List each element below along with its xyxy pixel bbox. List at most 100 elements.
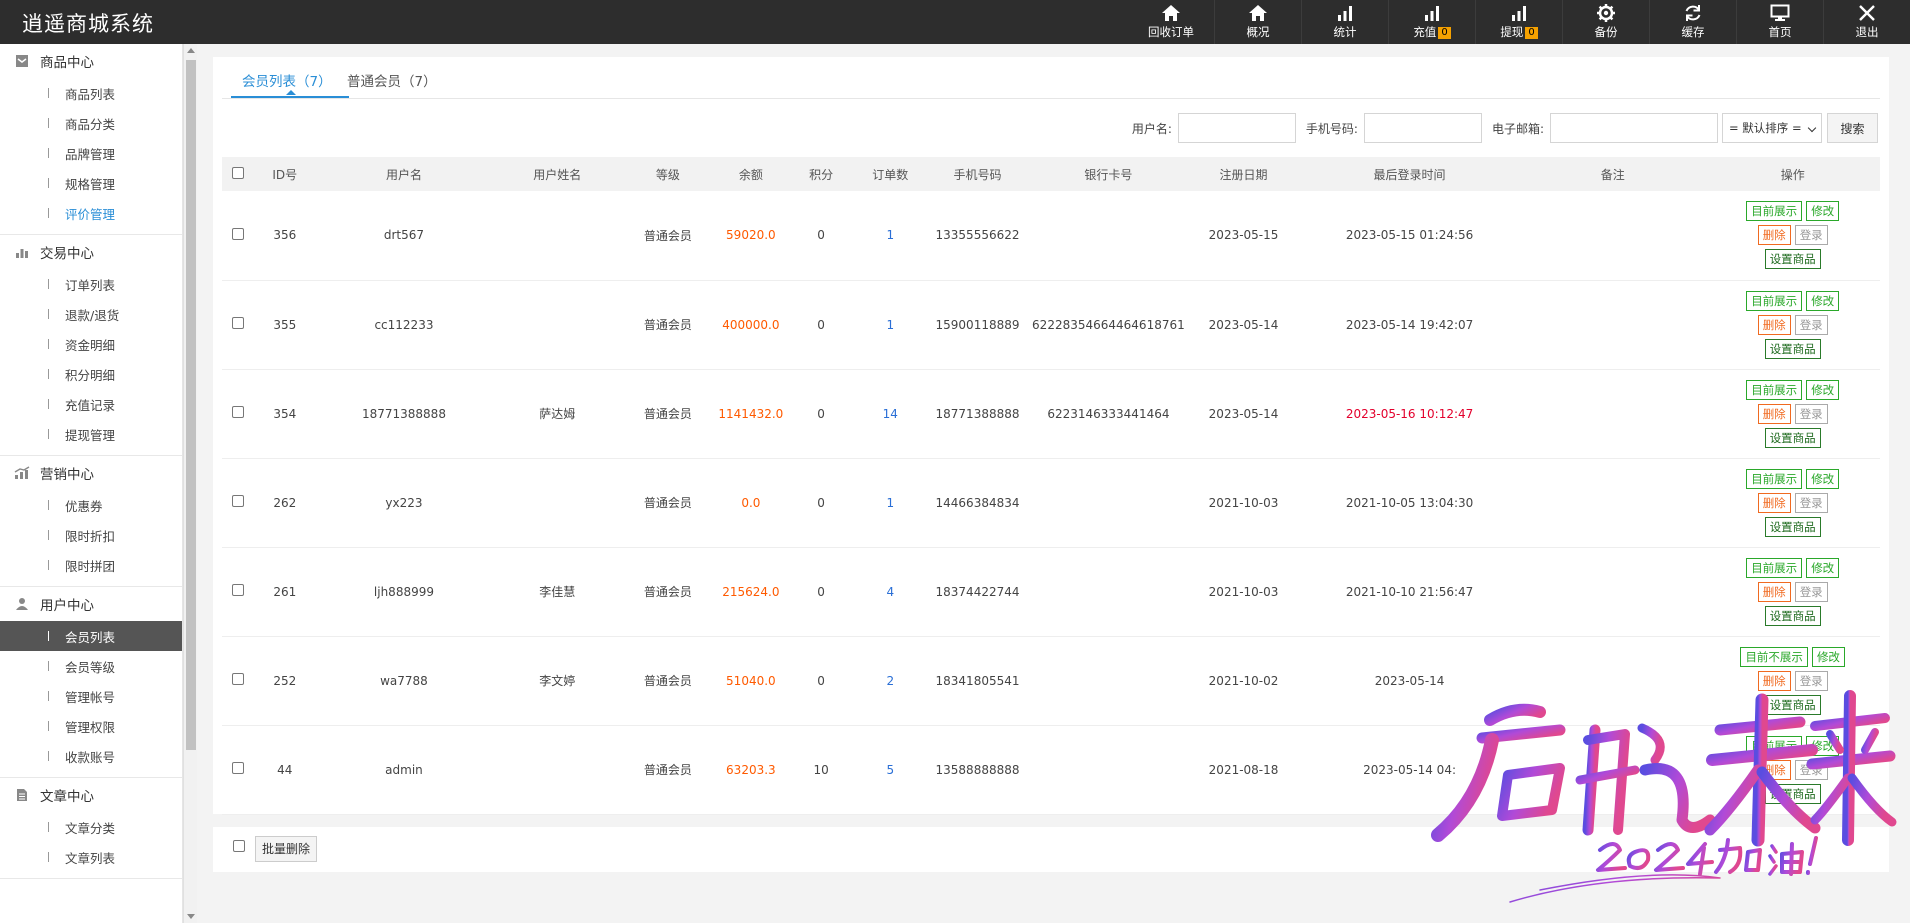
set-goods-button[interactable]: 设置商品 bbox=[1764, 427, 1821, 448]
login-button[interactable]: 登录 bbox=[1794, 403, 1828, 424]
sidebar-group-header[interactable]: 商品中心 bbox=[0, 44, 182, 78]
toggle-display-button[interactable]: 目前展示 bbox=[1746, 379, 1803, 400]
tab-member-list[interactable]: 会员列表（7） bbox=[242, 70, 332, 90]
topnav-item-3[interactable]: 充值 0 bbox=[1388, 0, 1475, 44]
topnav-item-0[interactable]: 回收订单 bbox=[1128, 0, 1214, 44]
sidebar-item[interactable]: 提现管理 bbox=[0, 419, 182, 449]
delete-button[interactable]: 删除 bbox=[1757, 581, 1791, 602]
sidebar-item[interactable]: 收款账号 bbox=[0, 741, 182, 771]
sidebar-item[interactable]: 限时拼团 bbox=[0, 550, 182, 580]
col-bank: 银行卡号 bbox=[1028, 157, 1189, 191]
scroll-up-arrow-icon[interactable] bbox=[187, 48, 195, 53]
toggle-display-button[interactable]: 目前展示 bbox=[1746, 735, 1803, 756]
set-goods-button[interactable]: 设置商品 bbox=[1764, 605, 1821, 626]
delete-button[interactable]: 删除 bbox=[1757, 225, 1791, 246]
toggle-display-button[interactable]: 目前展示 bbox=[1746, 468, 1803, 489]
delete-button[interactable]: 删除 bbox=[1757, 670, 1791, 691]
scrollbar-thumb[interactable] bbox=[186, 60, 196, 750]
set-goods-button[interactable]: 设置商品 bbox=[1764, 516, 1821, 537]
sidebar-item[interactable]: 商品列表 bbox=[0, 78, 182, 108]
sidebar-item[interactable]: 积分明细 bbox=[0, 359, 182, 389]
edit-button[interactable]: 修改 bbox=[1806, 201, 1840, 222]
sidebar-item[interactable]: 管理权限 bbox=[0, 711, 182, 741]
login-button[interactable]: 登录 bbox=[1794, 581, 1828, 602]
sidebar-item[interactable]: 管理帐号 bbox=[0, 681, 182, 711]
login-button[interactable]: 登录 bbox=[1794, 670, 1828, 691]
phone-input[interactable] bbox=[1363, 113, 1482, 143]
member-orders[interactable]: 1 bbox=[886, 496, 894, 510]
row-checkbox[interactable] bbox=[231, 317, 244, 329]
row-checkbox[interactable] bbox=[231, 227, 244, 240]
sidebar-item[interactable]: 商品分类 bbox=[0, 108, 182, 138]
member-orders[interactable]: 14 bbox=[883, 407, 898, 421]
login-button[interactable]: 登录 bbox=[1794, 759, 1828, 780]
sidebar-item[interactable]: 品牌管理 bbox=[0, 138, 182, 168]
topnav-item-5[interactable]: 备份 bbox=[1562, 0, 1649, 44]
sidebar-group-header[interactable]: 文章中心 bbox=[0, 778, 182, 812]
sidebar-item[interactable]: 规格管理 bbox=[0, 168, 182, 198]
sidebar-item[interactable]: 会员列表 bbox=[0, 621, 182, 651]
sidebar-item[interactable]: 文章列表 bbox=[0, 842, 182, 872]
row-checkbox[interactable] bbox=[231, 406, 244, 418]
toggle-display-button[interactable]: 目前展示 bbox=[1746, 557, 1803, 578]
sidebar-item[interactable]: 评价管理 bbox=[0, 198, 182, 228]
topnav-item-7[interactable]: 首页 bbox=[1736, 0, 1823, 44]
sidebar-item[interactable]: 会员等级 bbox=[0, 651, 182, 681]
member-orders[interactable]: 1 bbox=[886, 318, 894, 332]
sidebar-item[interactable]: 文章分类 bbox=[0, 812, 182, 842]
sidebar-group-header[interactable]: 用户中心 bbox=[0, 587, 182, 621]
topnav-item-4[interactable]: 提现 0 bbox=[1475, 0, 1562, 44]
tab-normal-member[interactable]: 普通会员（7） bbox=[347, 70, 437, 90]
row-checkbox[interactable] bbox=[231, 673, 244, 685]
search-button[interactable]: 搜索 bbox=[1827, 113, 1878, 143]
scroll-down-arrow-icon[interactable] bbox=[187, 914, 195, 919]
row-checkbox[interactable] bbox=[231, 495, 244, 507]
sidebar-item[interactable]: 优惠券 bbox=[0, 490, 182, 520]
delete-button[interactable]: 删除 bbox=[1757, 759, 1791, 780]
sidebar-item[interactable]: 订单列表 bbox=[0, 269, 182, 299]
row-checkbox[interactable] bbox=[231, 584, 244, 596]
sidebar-item[interactable]: 资金明细 bbox=[0, 329, 182, 359]
set-goods-button[interactable]: 设置商品 bbox=[1764, 338, 1821, 359]
edit-button[interactable]: 修改 bbox=[1806, 557, 1840, 578]
edit-button[interactable]: 修改 bbox=[1806, 379, 1840, 400]
login-button[interactable]: 登录 bbox=[1794, 314, 1828, 335]
sidebar-item[interactable]: 限时折扣 bbox=[0, 520, 182, 550]
username-input[interactable] bbox=[1177, 113, 1296, 143]
delete-button[interactable]: 删除 bbox=[1757, 403, 1791, 424]
delete-button[interactable]: 删除 bbox=[1757, 314, 1791, 335]
set-goods-button[interactable]: 设置商品 bbox=[1764, 694, 1821, 715]
select-all-checkbox[interactable] bbox=[231, 166, 244, 179]
toggle-display-button[interactable]: 目前展示 bbox=[1746, 201, 1803, 222]
email-input[interactable] bbox=[1550, 113, 1718, 143]
member-orders[interactable]: 2 bbox=[886, 674, 894, 688]
edit-button[interactable]: 修改 bbox=[1806, 468, 1840, 489]
login-button[interactable]: 登录 bbox=[1794, 492, 1828, 513]
member-orders[interactable]: 5 bbox=[886, 763, 894, 777]
set-goods-button[interactable]: 设置商品 bbox=[1764, 249, 1821, 270]
sidebar-item[interactable]: 充值记录 bbox=[0, 389, 182, 419]
edit-button[interactable]: 修改 bbox=[1806, 735, 1840, 756]
member-orders[interactable]: 1 bbox=[886, 228, 894, 242]
sidebar-group-header[interactable]: 交易中心 bbox=[0, 235, 182, 269]
sidebar-scrollbar[interactable] bbox=[183, 44, 197, 923]
edit-button[interactable]: 修改 bbox=[1806, 290, 1840, 311]
member-reg-date: 2021-10-02 bbox=[1208, 673, 1279, 688]
batch-delete-button[interactable]: 批量删除 bbox=[255, 836, 318, 862]
edit-button[interactable]: 修改 bbox=[1811, 646, 1845, 667]
row-checkbox[interactable] bbox=[231, 762, 244, 774]
topnav-item-6[interactable]: 缓存 bbox=[1649, 0, 1736, 44]
set-goods-button[interactable]: 设置商品 bbox=[1764, 783, 1821, 804]
login-button[interactable]: 登录 bbox=[1794, 225, 1828, 246]
topnav-item-8[interactable]: 退出 bbox=[1823, 0, 1910, 44]
sidebar-item[interactable]: 退款/退货 bbox=[0, 299, 182, 329]
toggle-display-button[interactable]: 目前不展示 bbox=[1740, 646, 1808, 667]
batch-select-checkbox[interactable] bbox=[233, 840, 245, 852]
delete-button[interactable]: 删除 bbox=[1757, 492, 1791, 513]
toggle-display-button[interactable]: 目前展示 bbox=[1746, 290, 1803, 311]
topnav-item-1[interactable]: 概况 bbox=[1214, 0, 1301, 44]
sort-select[interactable]: = 默认排序 = bbox=[1722, 113, 1822, 143]
sidebar-group-header[interactable]: 营销中心 bbox=[0, 456, 182, 490]
member-orders[interactable]: 4 bbox=[886, 585, 894, 599]
topnav-item-2[interactable]: 统计 bbox=[1301, 0, 1388, 44]
